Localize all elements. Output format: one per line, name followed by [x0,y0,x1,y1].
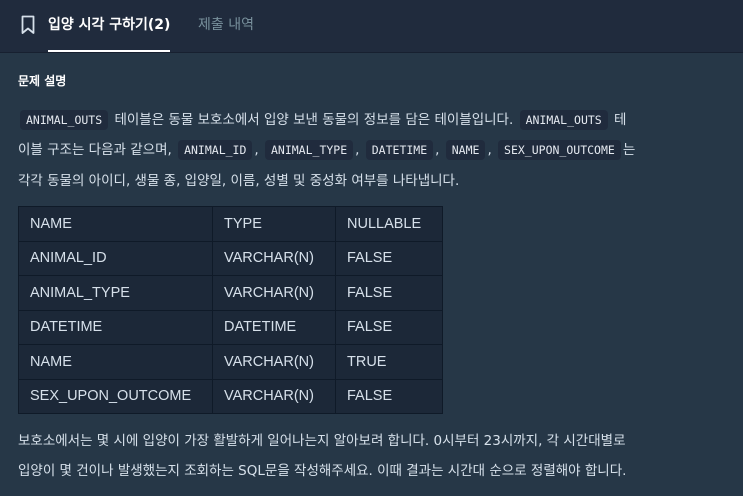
paragraph-text: 는 [622,142,636,158]
table-cell: FALSE [335,309,443,345]
table-row: ANIMAL_TYPE VARCHAR(N) FALSE [18,275,443,311]
table-cell: FALSE [335,240,443,276]
code-snippet: DATETIME [365,140,434,160]
table-cell: VARCHAR(N) [212,378,336,414]
column-header: TYPE [212,206,336,242]
tab-bar: 입양 시각 구하기(2) 제출 내역 [0,0,743,53]
code-snippet: NAME [445,140,486,160]
table-cell: DATETIME [18,309,213,345]
paragraph-text: 테이블은 동물 보호소에서 입양 보낸 동물의 정보를 담은 테이블입니다. [110,112,518,128]
paragraph-line: 보호소에서는 몇 시에 입양이 가장 활발하게 일어나는지 알아보려 합니다. … [18,433,626,449]
table-cell: SEX_UPON_OUTCOME [18,378,213,414]
separator: , [435,142,440,158]
table-cell: VARCHAR(N) [212,275,336,311]
paragraph-text: 테 [609,112,627,128]
table-cell: NAME [18,344,213,380]
table-row: ANIMAL_ID VARCHAR(N) FALSE [18,240,443,276]
code-snippet: ANIMAL_TYPE [264,140,354,160]
table-cell: VARCHAR(N) [212,240,336,276]
tab-submissions[interactable]: 제출 내역 [198,0,254,52]
code-snippet: ANIMAL_OUTS [519,110,608,130]
table-row: SEX_UPON_OUTCOME VARCHAR(N) FALSE [18,378,443,414]
code-snippet: ANIMAL_ID [178,140,253,160]
table-cell: VARCHAR(N) [212,344,336,380]
schema-table: NAME TYPE NULLABLE ANIMAL_ID VARCHAR(N) … [18,206,443,414]
table-cell: ANIMAL_TYPE [18,275,213,311]
code-snippet: ANIMAL_OUTS [20,110,109,130]
table-cell: FALSE [335,275,443,311]
separator: , [254,142,259,158]
paragraph-line: 각각 동물의 아이디, 생물 종, 입양일, 이름, 성별 및 중성화 여부를 … [18,173,460,189]
table-cell: ANIMAL_ID [18,240,213,276]
column-header: NAME [18,206,213,242]
paragraph-line: ANIMAL_OUTS 테이블은 동물 보호소에서 입양 보낸 동물의 정보를 … [18,108,627,130]
table-row: DATETIME DATETIME FALSE [18,309,443,345]
table-cell: TRUE [335,344,443,380]
table-cell: DATETIME [212,309,336,345]
section-title: 문제 설명 [18,74,67,88]
paragraph-line: 입양이 몇 건이나 발생했는지 조회하는 SQL문을 작성해주세요. 이때 결과… [18,463,627,479]
table-header-row: NAME TYPE NULLABLE [18,206,443,242]
tab-problem[interactable]: 입양 시각 구하기(2) [48,0,171,52]
problem-page: 입양 시각 구하기(2) 제출 내역 문제 설명 ANIMAL_OUTS 테이블… [0,0,743,496]
bookmark-icon[interactable] [20,15,36,35]
code-snippet: SEX_UPON_OUTCOME [498,140,621,160]
separator: , [355,142,360,158]
separator: , [487,142,492,158]
paragraph-line: 이블 구조는 다음과 같으며, ANIMAL_ID, ANIMAL_TYPE, … [18,138,636,160]
table-cell: FALSE [335,378,443,414]
paragraph-text: 이블 구조는 다음과 같으며, [18,142,177,158]
table-row: NAME VARCHAR(N) TRUE [18,344,443,380]
column-header: NULLABLE [335,206,443,242]
